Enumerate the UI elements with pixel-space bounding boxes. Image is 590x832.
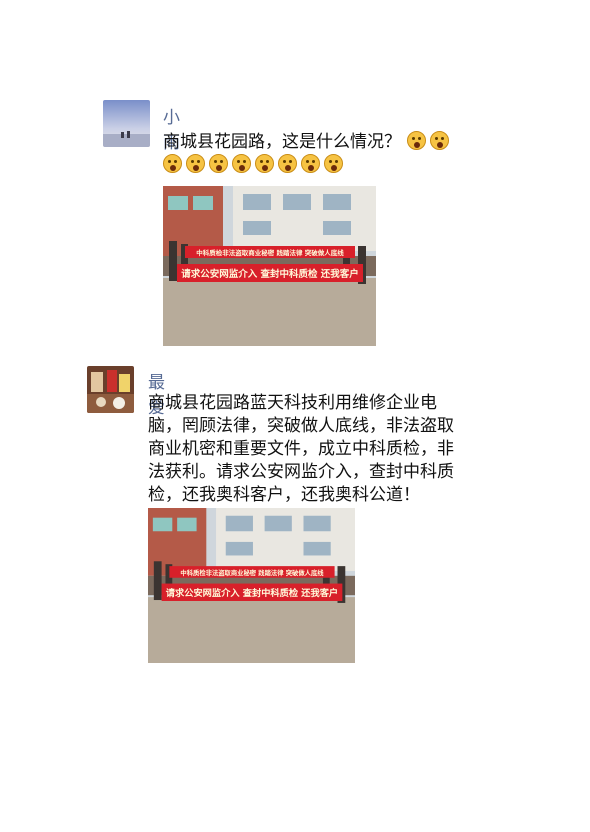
post-text-content: 商城县花园路，这是什么情况？ (163, 132, 401, 152)
banner-bottom-text: 请求公安网监介入 查封中科质检 还我客户 (166, 587, 338, 599)
post-text-line: 脑，罔顾法律，突破做人底线，非法盗取 (148, 416, 454, 436)
screaming-face-icon (301, 154, 320, 173)
banner-top-text: 中科质检非法盗取商业秘密 践踏法律 突破做人底线 (196, 248, 344, 257)
post-photo-protest[interactable]: 中科质检非法盗取商业秘密 践踏法律 突破做人底线 请求公安网监介入 查封中科质检… (163, 186, 376, 346)
banner-top-text: 中科质检非法盗取商业秘密 践踏法律 突破做人底线 (180, 568, 324, 577)
post-text: 商城县花园路，这是什么情况？ (163, 131, 473, 177)
screaming-face-icon (324, 154, 343, 173)
screaming-face-icon (186, 154, 205, 173)
avatar-xiaoyu[interactable] (103, 100, 150, 147)
banner-bottom-text: 请求公安网监介入 查封中科质检 还我客户 (181, 268, 359, 280)
post-text-line: 检，还我奥科客户，还我奥科公道！ (148, 485, 420, 505)
post-text-line: 商业机密和重要文件，成立中科质检，非 (148, 439, 454, 459)
post-text-line: 法获利。请求公安网监介入，查封中科质 (148, 462, 454, 482)
screaming-face-icon (430, 131, 449, 150)
avatar-zuiai[interactable] (87, 366, 134, 413)
screaming-face-icon (278, 154, 297, 173)
screaming-face-icon (407, 131, 426, 150)
screaming-face-icon (232, 154, 251, 173)
screaming-face-icon (255, 154, 274, 173)
post-text: 商城县花园路蓝天科技利用维修企业电 脑，罔顾法律，突破做人底线，非法盗取 商业机… (148, 392, 478, 507)
post-photo-protest[interactable]: 中科质检非法盗取商业秘密 践踏法律 突破做人底线 请求公安网监介入 查封中科质检… (148, 508, 355, 663)
post-text-line: 商城县花园路蓝天科技利用维修企业电 (148, 393, 437, 413)
screaming-face-icon (163, 154, 182, 173)
screaming-face-icon (209, 154, 228, 173)
